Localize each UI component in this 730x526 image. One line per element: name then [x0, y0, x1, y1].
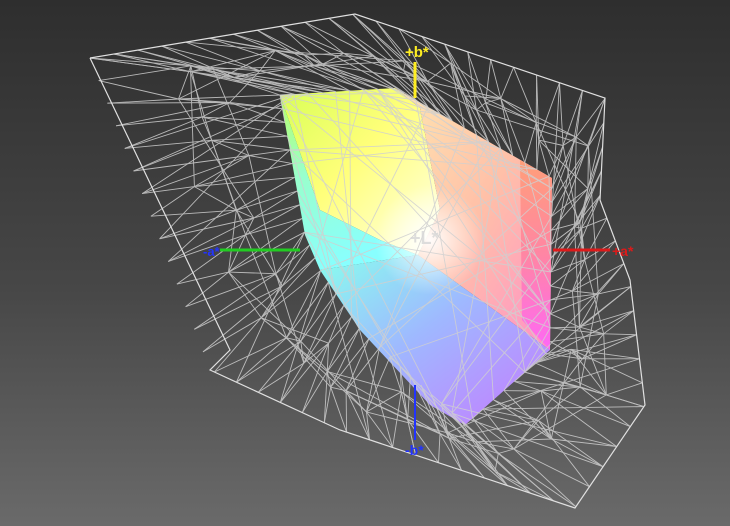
gamut-volume-scene[interactable]: +b* -b* +a* -a* +L*: [0, 0, 730, 526]
plus-b-label: +b*: [405, 44, 429, 61]
plus-a-label: +a*: [612, 243, 634, 259]
minus-b-label: -b*: [405, 442, 424, 458]
plus-l-label: +L*: [410, 228, 439, 248]
gamut-3d-viewport[interactable]: +b* -b* +a* -a* +L*: [0, 0, 730, 526]
minus-a-label: -a*: [203, 244, 221, 259]
